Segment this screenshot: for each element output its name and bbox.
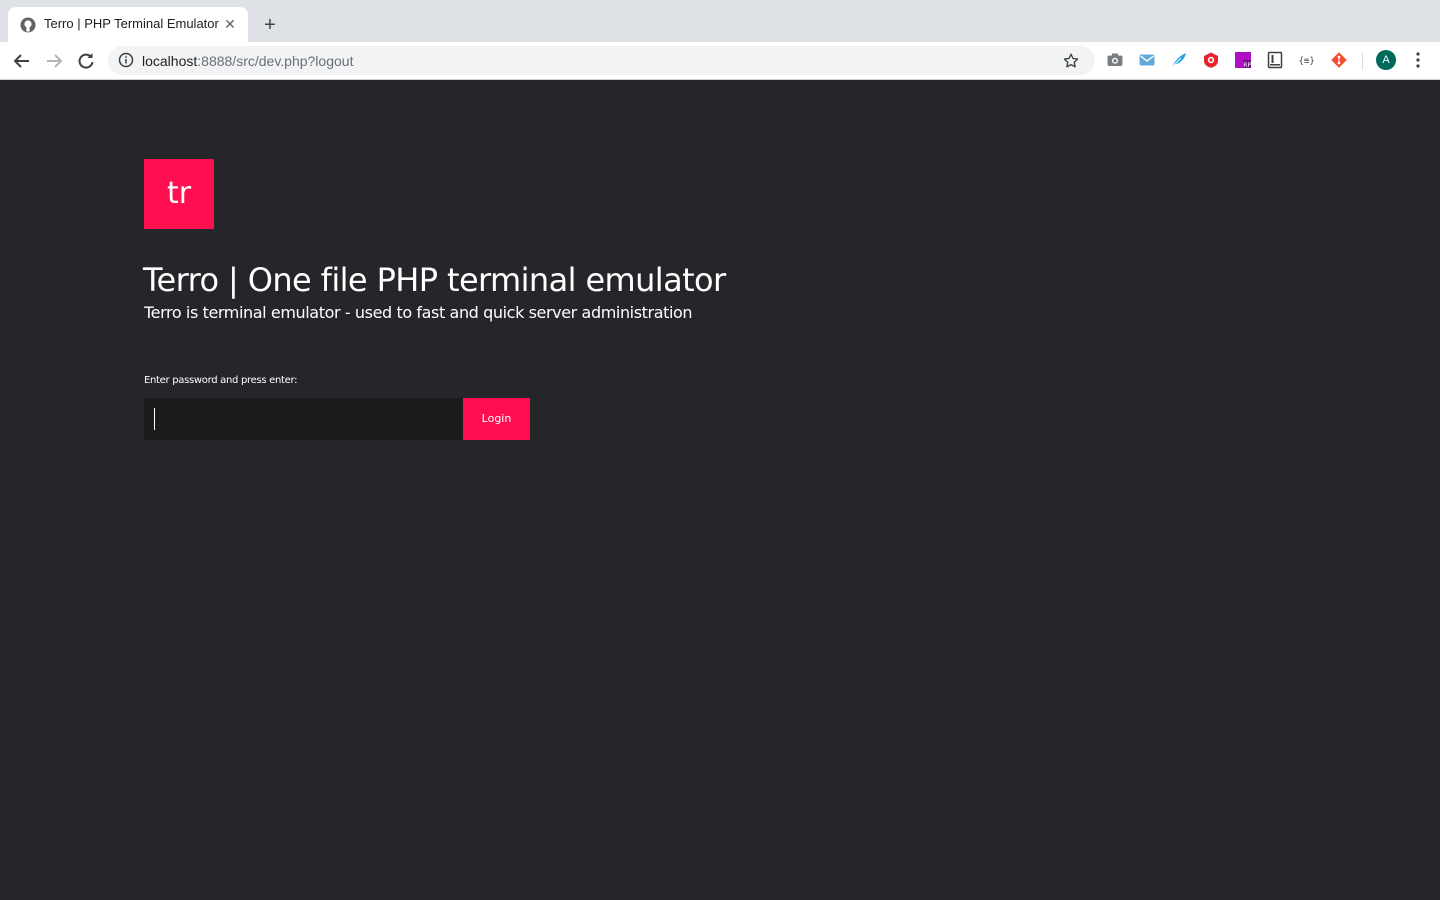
json-braces-icon[interactable]: {≡} <box>1298 51 1316 69</box>
svg-text:{≡}: {≡} <box>1299 57 1315 67</box>
app-logo: tr <box>144 159 214 229</box>
star-icon[interactable] <box>1062 52 1080 70</box>
rp-icon[interactable]: RP <box>1234 51 1252 69</box>
url-host: localhost <box>142 53 198 69</box>
info-icon[interactable] <box>118 52 134 68</box>
password-input[interactable] <box>144 398 463 440</box>
browser-tabstrip: Terro | PHP Terminal Emulator ✕ + <box>0 0 1440 42</box>
url-path: :8888/src/dev.php?logout <box>197 53 354 69</box>
red-shield-icon[interactable] <box>1202 51 1220 69</box>
git-icon[interactable] <box>1330 51 1348 69</box>
browser-toolbar: localhost:8888/src/dev.php?logout RP {≡}… <box>0 42 1440 80</box>
login-button[interactable]: Login <box>463 398 530 440</box>
address-bar[interactable]: localhost:8888/src/dev.php?logout <box>108 46 1095 75</box>
back-arrow-icon[interactable] <box>10 49 34 73</box>
feather-icon[interactable] <box>1170 51 1188 69</box>
forward-arrow-icon[interactable] <box>42 49 66 73</box>
password-label: Enter password and press enter: <box>144 375 298 386</box>
close-tab-icon[interactable]: ✕ <box>222 16 238 32</box>
camera-icon[interactable] <box>1106 51 1124 69</box>
tab-title: Terro | PHP Terminal Emulator <box>44 16 219 31</box>
new-tab-button[interactable]: + <box>258 14 282 38</box>
text-caret <box>154 408 155 430</box>
svg-text:RP: RP <box>1243 62 1251 69</box>
notebook-icon[interactable] <box>1266 51 1284 69</box>
mail-icon[interactable] <box>1138 51 1156 69</box>
page-title: Terro | One file PHP terminal emulator <box>143 261 726 299</box>
kebab-menu-icon[interactable] <box>1409 50 1427 70</box>
github-icon <box>20 17 36 33</box>
browser-tab[interactable]: Terro | PHP Terminal Emulator ✕ <box>8 7 248 42</box>
page-content: tr Terro | One file PHP terminal emulato… <box>0 80 1440 900</box>
toolbar-separator <box>1362 52 1363 70</box>
url-text: localhost:8888/src/dev.php?logout <box>142 53 353 69</box>
profile-avatar[interactable]: A <box>1376 50 1396 70</box>
reload-icon[interactable] <box>74 49 98 73</box>
page-subtitle: Terro is terminal emulator - used to fas… <box>144 303 693 322</box>
